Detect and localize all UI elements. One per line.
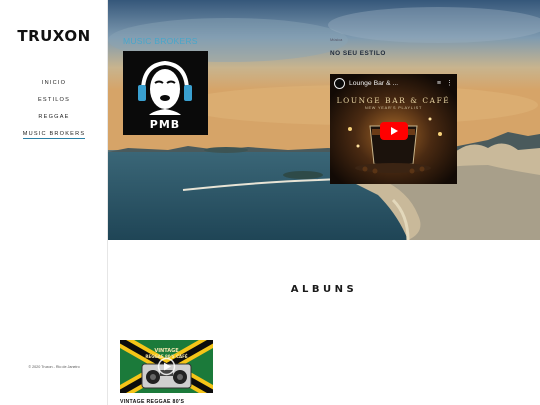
brand-logo-text[interactable]: TRUXON <box>0 27 108 45</box>
video-subtitle-text: NEW YEAR'S PLAYLIST <box>364 106 423 110</box>
youtube-play-button[interactable] <box>380 122 408 140</box>
pmb-logo-icon: PMB <box>123 51 208 135</box>
video-title[interactable]: Lounge Bar & ... <box>349 80 432 87</box>
section-title-no-seu-estilo: NO SEU ESTILO <box>330 50 386 57</box>
pmb-logo-text: PMB <box>150 118 180 131</box>
sidebar: TRUXON INICIO ESTILOS REGGAE MUSIC BROKE… <box>0 0 108 405</box>
nav-item-label: INICIO <box>41 80 67 86</box>
playlist-icon[interactable]: ≡ <box>437 80 441 87</box>
video-header-bar: Lounge Bar & ... ≡ ⋮ <box>330 74 457 92</box>
channel-avatar[interactable] <box>334 77 345 89</box>
video-brand-text: LOUNGE BAR & CAFÉ <box>336 96 451 105</box>
music-brokers-logo-image[interactable]: PMB <box>123 51 208 135</box>
nav-item-music-brokers[interactable]: MUSIC BROKERS <box>0 130 108 147</box>
nav-item-inicio[interactable]: INICIO <box>0 79 108 96</box>
albums-heading: ALBUNS <box>290 284 358 295</box>
nav-item-reggae[interactable]: REGGAE <box>0 113 108 130</box>
footer-copyright: © 2020 Truxon - Rio de Janeiro <box>28 365 80 369</box>
nav-item-label: MUSIC BROKERS <box>22 131 86 139</box>
nav-item-label: ESTILOS <box>37 97 71 103</box>
section-caption-musica: Música <box>330 37 343 42</box>
album-caption[interactable]: VINTAGE REGGAE 80'S <box>120 399 184 405</box>
more-options-icon[interactable]: ⋮ <box>446 79 453 87</box>
section-title-music-brokers: MUSIC BROKERS <box>123 36 198 46</box>
album-thumbnail-vintage-reggae[interactable]: VINTAGE REGGAE 80'S CAFÉ <box>120 340 213 393</box>
nav-item-estilos[interactable]: ESTILOS <box>0 96 108 113</box>
main-nav: INICIO ESTILOS REGGAE MUSIC BROKERS <box>0 79 108 147</box>
nav-item-label: REGGAE <box>38 114 70 120</box>
album-cover-image: VINTAGE REGGAE 80'S CAFÉ <box>120 340 213 393</box>
